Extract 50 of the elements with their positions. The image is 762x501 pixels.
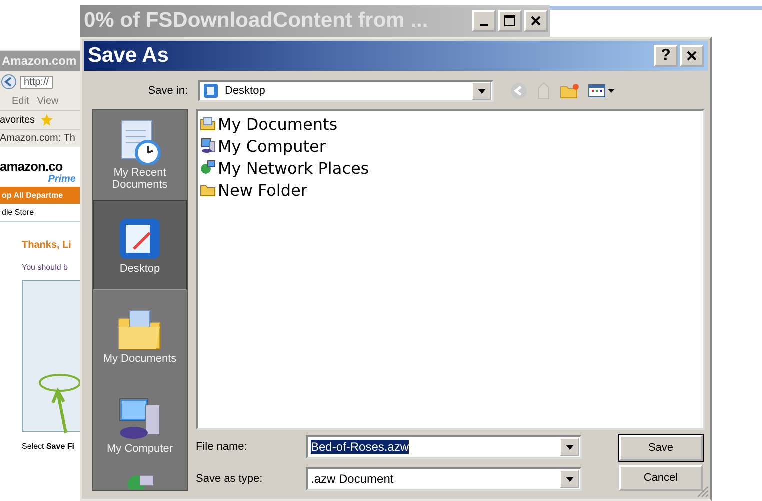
address-field[interactable]: http:// xyxy=(20,76,54,88)
back-icon xyxy=(510,82,528,100)
resize-grip-icon xyxy=(697,486,709,498)
places-item[interactable]: My Documents xyxy=(93,290,187,380)
arrow-drawing xyxy=(36,373,82,435)
file-item[interactable]: My Documents xyxy=(200,113,701,135)
file-name-field[interactable]: Bed-of-Roses.azw xyxy=(306,435,582,459)
save-in-label: Save in: xyxy=(147,85,189,97)
minimize-button[interactable] xyxy=(472,10,496,32)
page-heading: Thanks, Li xyxy=(21,240,72,251)
file-item[interactable]: New Folder xyxy=(200,179,701,201)
menu-item[interactable]: Edit xyxy=(12,96,30,107)
dropdown-arrow-icon xyxy=(478,88,486,94)
star-icon xyxy=(41,114,54,126)
save-as-type-dropdown[interactable]: .azw Document xyxy=(306,467,582,491)
places-item[interactable]: Desktop xyxy=(93,200,187,290)
file-item[interactable]: My Computer xyxy=(200,135,701,157)
close-button[interactable] xyxy=(680,45,704,67)
back-button-icon xyxy=(1,74,17,90)
save-button[interactable]: Save xyxy=(619,435,703,461)
network-icon xyxy=(200,160,216,176)
file-item[interactable]: My Network Places xyxy=(200,157,701,179)
maximize-button[interactable] xyxy=(498,10,522,32)
maximize-icon xyxy=(504,15,516,27)
cancel-button[interactable]: Cancel xyxy=(619,465,703,491)
save-in-dropdown[interactable]: Desktop xyxy=(198,80,494,102)
browser-title: Amazon.com xyxy=(0,51,82,71)
dialog-title: Save As xyxy=(88,44,169,68)
close-icon xyxy=(530,15,542,27)
dropdown-arrow-icon xyxy=(566,444,574,450)
places-item[interactable]: My Recent Documents xyxy=(93,110,187,200)
computer-icon xyxy=(200,138,216,154)
dropdown-arrow-icon xyxy=(566,476,574,482)
new-folder-icon xyxy=(560,83,580,99)
minimize-icon xyxy=(480,24,488,26)
places-item[interactable]: My Computer xyxy=(93,380,187,470)
close-icon xyxy=(686,50,698,62)
save-as-type-label: Save as type: xyxy=(196,473,264,485)
page-text: You should b xyxy=(21,263,69,272)
close-button[interactable] xyxy=(524,10,548,32)
logo-subtext: Prime xyxy=(47,174,77,185)
help-button[interactable]: ? xyxy=(654,45,678,67)
logo-text: amazon.co xyxy=(0,159,64,174)
file-name-label: File name: xyxy=(196,441,248,453)
desktop-icon xyxy=(203,83,219,99)
view-menu-icon xyxy=(588,83,616,99)
menu-item[interactable]: View xyxy=(37,96,59,107)
caption-text: Select Save Fi xyxy=(21,442,76,451)
folder-icon xyxy=(200,116,216,132)
browser-tab[interactable]: Amazon.com: Th xyxy=(0,129,82,147)
